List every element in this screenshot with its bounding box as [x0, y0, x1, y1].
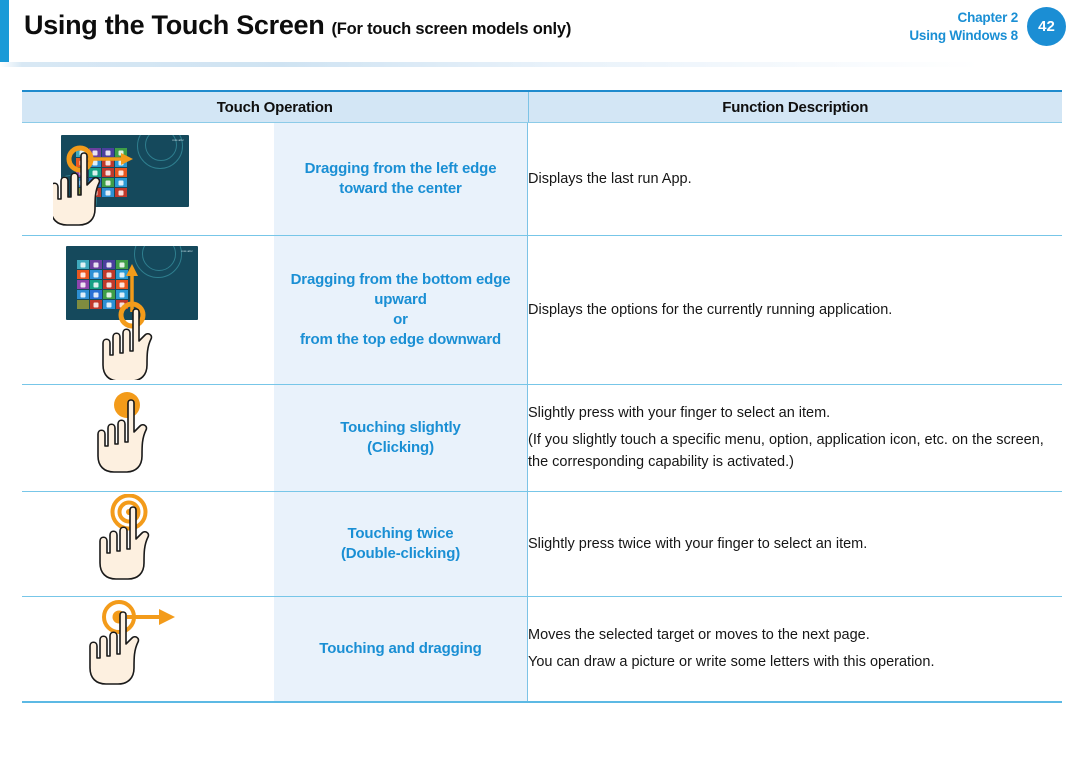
touch-operations-table: Touch Operation Function Description msi…: [22, 90, 1062, 703]
operation-cell: Touching slightly (Clicking): [22, 384, 528, 492]
page-number-badge: 42: [1027, 7, 1066, 46]
operation-illustration: msi.abc: [22, 123, 274, 235]
header-underline: [0, 62, 1080, 67]
description-line: (If you slightly touch a specific menu, …: [528, 431, 1044, 471]
tap-and-drag-icon: [83, 599, 213, 699]
description-line: Moves the selected target or moves to th…: [528, 627, 870, 644]
section-label: Using Windows 8: [909, 27, 1018, 43]
page-header: Using the Touch Screen (For touch screen…: [0, 0, 1080, 70]
drag-from-bottom-edge-icon: msi.abc: [50, 240, 246, 380]
description-cell: Displays the options for the currently r…: [528, 235, 1062, 385]
description-line: You can draw a picture or write some let…: [528, 654, 935, 670]
table-header-row: Touch Operation Function Description: [22, 90, 1062, 123]
description-line: Slightly press with your finger to selec…: [528, 404, 831, 421]
table-row: msi.abc: [22, 122, 1062, 236]
table-row: msi.abc: [22, 235, 1062, 385]
header-chapter-block: Chapter 2 Using Windows 8 42: [909, 7, 1066, 46]
operation-label: Touching twice (Double-clicking): [274, 492, 528, 596]
description-cell: Slightly press twice with your finger to…: [528, 491, 1062, 597]
description-line: Displays the last run App.: [528, 170, 692, 187]
table-row: Touching and dragging Moves the selected…: [22, 596, 1062, 703]
single-tap-icon: [93, 388, 203, 488]
drag-from-left-edge-icon: msi.abc: [53, 129, 243, 229]
description-line: Displays the options for the currently r…: [528, 301, 893, 318]
page-title-main: Using the Touch Screen: [24, 10, 325, 40]
operation-cell: Touching twice (Double-clicking): [22, 491, 528, 597]
operation-illustration: [22, 492, 274, 596]
operation-cell: msi.abc: [22, 235, 528, 385]
table-row: Touching twice (Double-clicking) Slightl…: [22, 491, 1062, 597]
description-cell: Slightly press with your finger to selec…: [528, 384, 1062, 492]
operation-cell: Touching and dragging: [22, 596, 528, 703]
operation-illustration: [22, 385, 274, 491]
column-header-touch-operation: Touch Operation: [22, 90, 529, 123]
chapter-lines: Chapter 2 Using Windows 8: [909, 9, 1018, 44]
operation-label: Touching slightly (Clicking): [274, 385, 528, 491]
description-line: Slightly press twice with your finger to…: [528, 535, 868, 552]
description-cell: Moves the selected target or moves to th…: [528, 596, 1062, 703]
operation-illustration: [22, 597, 274, 701]
page-title-note: (For touch screen models only): [331, 20, 572, 38]
description-cell: Displays the last run App.: [528, 122, 1062, 236]
table-row: Touching slightly (Clicking) Slightly pr…: [22, 384, 1062, 492]
chapter-label: Chapter 2: [957, 10, 1019, 26]
header-accent-bar: [0, 0, 9, 62]
double-tap-icon: [93, 494, 203, 594]
operation-illustration: msi.abc: [22, 236, 274, 384]
page-title: Using the Touch Screen (For touch screen…: [24, 10, 571, 41]
column-header-function-description: Function Description: [528, 90, 1062, 123]
operation-label: Touching and dragging: [274, 597, 528, 701]
operation-cell: msi.abc: [22, 122, 528, 236]
operation-label: Dragging from the left edge toward the c…: [274, 123, 528, 235]
table-body: msi.abc Dragging from the left edge towa…: [22, 122, 1062, 703]
operation-label: Dragging from the bottom edge upward or …: [274, 236, 528, 384]
